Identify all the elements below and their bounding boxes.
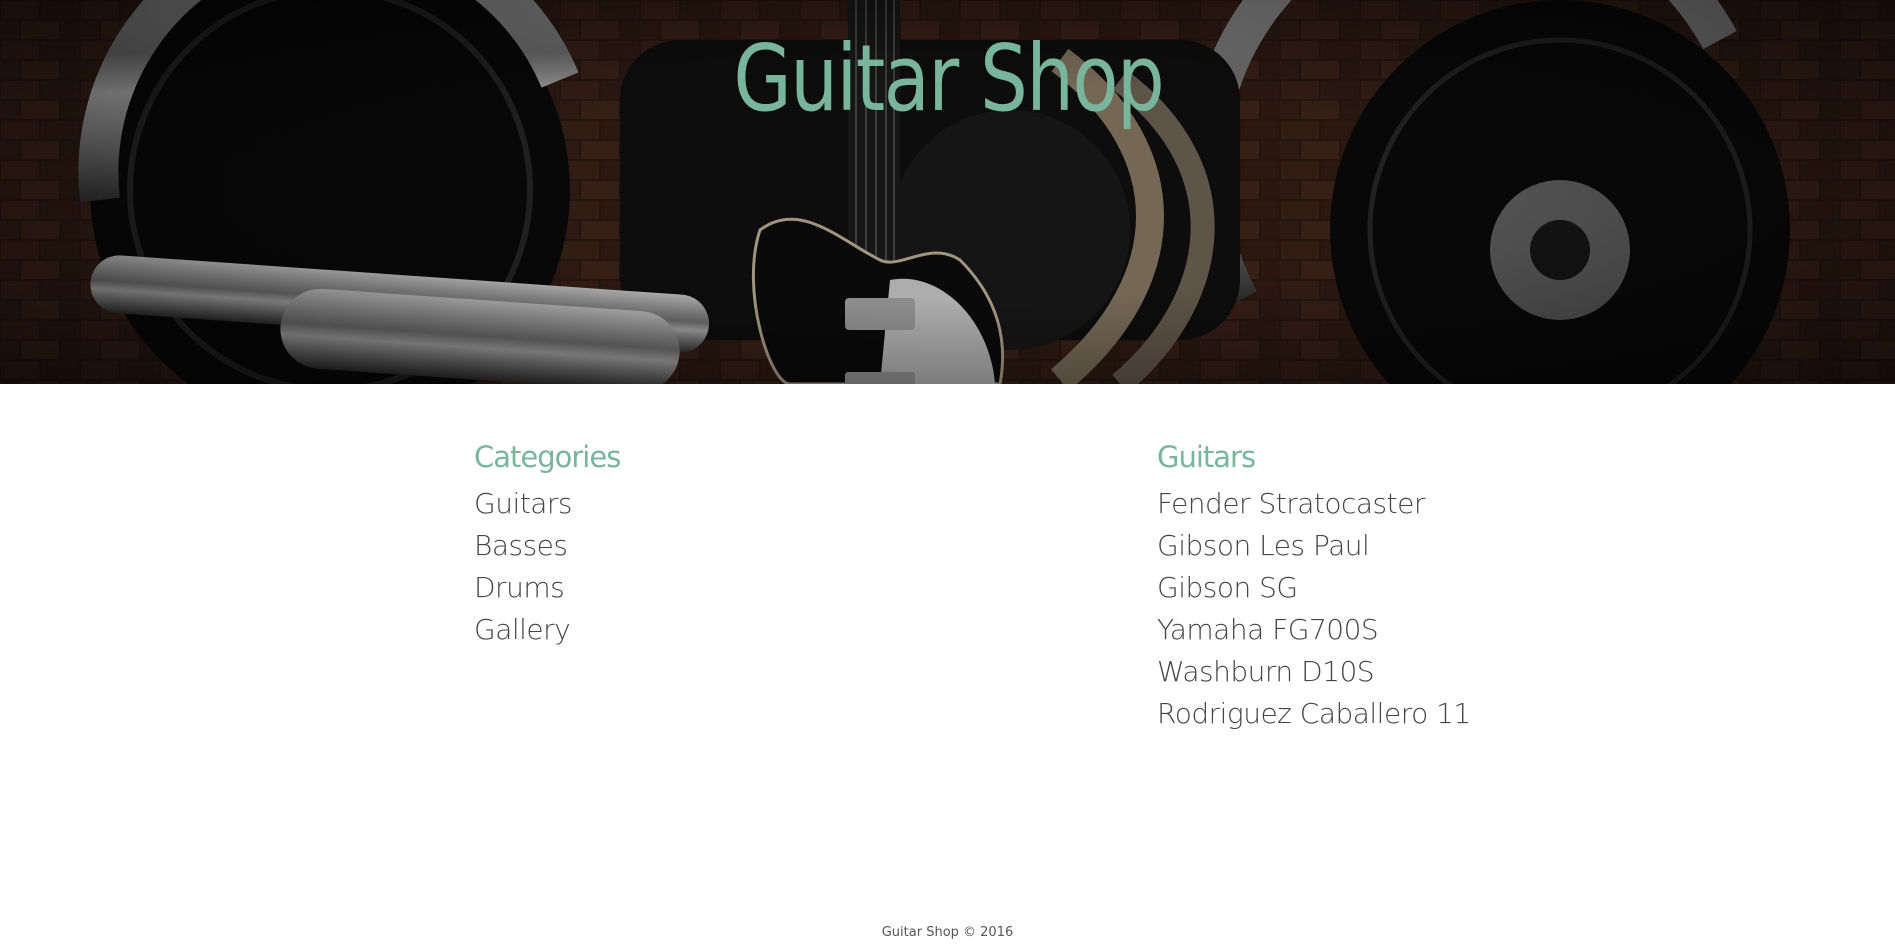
guitars-list: Fender Stratocaster Gibson Les Paul Gibs…	[1157, 483, 1471, 735]
guitar-item: Fender Stratocaster	[1157, 483, 1471, 525]
categories-section: Categories Guitars Basses Drums Gallery	[474, 439, 621, 651]
guitar-item: Yamaha FG700S	[1157, 609, 1471, 651]
footer: Guitar Shop © 2016	[0, 925, 1895, 940]
guitar-link-fender-stratocaster[interactable]: Fender Stratocaster	[1157, 487, 1425, 520]
categories-heading: Categories	[474, 440, 621, 474]
category-item-guitars: Guitars	[474, 483, 620, 525]
guitar-item: Gibson Les Paul	[1157, 525, 1471, 567]
category-link-gallery[interactable]: Gallery	[474, 613, 571, 646]
categories-list: Guitars Basses Drums Gallery	[474, 483, 620, 651]
category-item-basses: Basses	[474, 525, 620, 567]
guitar-link-washburn-d10s[interactable]: Washburn D10S	[1157, 655, 1375, 688]
main-content: Categories Guitars Basses Drums Gallery …	[0, 384, 1895, 904]
guitar-item: Washburn D10S	[1157, 651, 1471, 693]
category-link-basses[interactable]: Basses	[474, 529, 568, 562]
guitar-item: Rodriguez Caballero 11	[1157, 693, 1471, 735]
guitar-link-yamaha-fg700s[interactable]: Yamaha FG700S	[1157, 613, 1379, 646]
site-title[interactable]: Guitar Shop	[171, 28, 1725, 129]
guitar-item: Gibson SG	[1157, 567, 1471, 609]
guitar-link-gibson-les-paul[interactable]: Gibson Les Paul	[1157, 529, 1370, 562]
guitar-link-gibson-sg[interactable]: Gibson SG	[1157, 571, 1298, 604]
footer-copyright: Guitar Shop © 2016	[881, 925, 1014, 940]
hero-banner: Guitar Shop	[0, 0, 1895, 384]
guitars-section: Guitars Fender Stratocaster Gibson Les P…	[1157, 439, 1471, 735]
category-link-guitars[interactable]: Guitars	[474, 487, 572, 520]
category-link-drums[interactable]: Drums	[474, 571, 565, 604]
guitars-heading: Guitars	[1157, 440, 1256, 474]
category-item-drums: Drums	[474, 567, 620, 609]
category-item-gallery: Gallery	[474, 609, 620, 651]
guitar-link-rodriguez-caballero-11[interactable]: Rodriguez Caballero 11	[1157, 697, 1471, 730]
